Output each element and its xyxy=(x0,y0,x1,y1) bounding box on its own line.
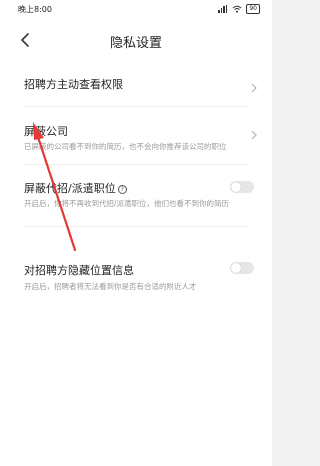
page-title: 隐私设置 xyxy=(109,36,162,51)
status-icons: 90 xyxy=(218,4,260,14)
toggle-knob xyxy=(231,182,241,192)
hide-location-toggle[interactable] xyxy=(230,262,254,274)
setting-description: 开启后，招聘者将无法看到你是否有合适的附近人才 xyxy=(24,282,197,291)
setting-title: 屏蔽公司 xyxy=(24,125,68,138)
toggle-knob xyxy=(231,263,241,273)
settings-list: 招聘方主动查看权限 屏蔽公司 已屏蔽的公司看不到你的简历，也不会向你推荐该公司的… xyxy=(0,58,272,466)
help-icon[interactable]: ? xyxy=(117,185,127,194)
setting-title: 招聘方主动查看权限 xyxy=(24,78,123,91)
chevron-right-icon xyxy=(250,125,258,140)
setting-title: 对招聘方隐藏位置信息 xyxy=(24,264,134,277)
wifi-icon xyxy=(232,5,242,13)
battery-icon: 90 xyxy=(246,4,260,14)
setting-description: 已屏蔽的公司看不到你的简历，也不会向你推荐该公司的职位 xyxy=(24,142,227,151)
status-time: 晚上8:00 xyxy=(18,5,52,14)
setting-recruiter-view-permission[interactable]: 招聘方主动查看权限 xyxy=(0,58,272,106)
setting-hide-location: 对招聘方隐藏位置信息 开启后，招聘者将无法看到你是否有合适的附近人才 xyxy=(0,227,272,292)
setting-title: 屏蔽代招/派遣职位? xyxy=(24,180,127,196)
setting-block-agency-jobs: 屏蔽代招/派遣职位? 开启后，你将不再收到代招/派遣职位，他们也看不到你的简历 xyxy=(0,165,272,224)
signal-icon xyxy=(218,5,228,13)
nav-bar: 隐私设置 xyxy=(0,22,272,58)
setting-description: 开启后，你将不再收到代招/派遣职位，他们也看不到你的简历 xyxy=(24,199,230,208)
chevron-right-icon xyxy=(250,78,258,93)
setting-block-company[interactable]: 屏蔽公司 已屏蔽的公司看不到你的简历，也不会向你推荐该公司的职位 xyxy=(0,107,272,164)
status-bar: 晚上8:00 90 xyxy=(0,0,272,22)
agency-jobs-toggle[interactable] xyxy=(230,181,254,193)
